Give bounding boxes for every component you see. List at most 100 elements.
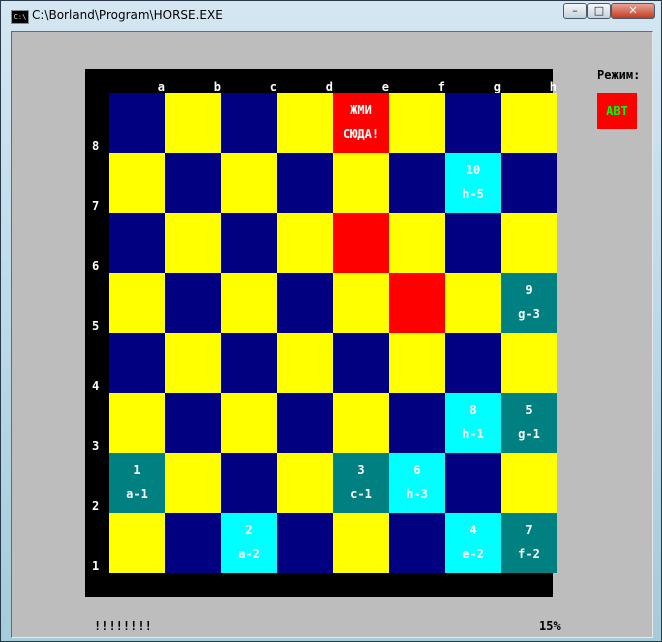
square-h7[interactable] xyxy=(501,153,557,213)
square-f7[interactable] xyxy=(389,153,445,213)
square-h1-target: f-2 xyxy=(518,547,540,561)
rank-label-3: 3 xyxy=(92,439,100,453)
square-c3[interactable] xyxy=(221,393,277,453)
square-h3-target: g-1 xyxy=(518,427,540,441)
file-label-h: h xyxy=(549,80,557,94)
square-h5-target: g-3 xyxy=(518,307,540,321)
square-e4[interactable] xyxy=(333,333,389,393)
console-client-area: a b c d e f g h 8 ЖМИ СЮДА! 7 10 h-5 6 5 9 g-3 4 3 8 h-1 5 g-1 2… xyxy=(11,31,653,638)
square-h6[interactable] xyxy=(501,213,557,273)
square-a3[interactable] xyxy=(109,393,165,453)
square-f8[interactable] xyxy=(389,93,445,153)
rank-label-4: 4 xyxy=(92,379,100,393)
square-e1[interactable] xyxy=(333,513,389,573)
square-d8[interactable] xyxy=(277,93,333,153)
square-b8[interactable] xyxy=(165,93,221,153)
square-e2[interactable]: 3 c-1 xyxy=(333,453,389,513)
square-a4[interactable] xyxy=(109,333,165,393)
square-h2[interactable] xyxy=(501,453,557,513)
close-button[interactable]: ✕ xyxy=(611,3,655,19)
square-c1-target: a-2 xyxy=(238,547,260,561)
square-h3[interactable]: 5 g-1 xyxy=(501,393,557,453)
square-c2[interactable] xyxy=(221,453,277,513)
square-c4[interactable] xyxy=(221,333,277,393)
square-c7[interactable] xyxy=(221,153,277,213)
mode-label: Режим: xyxy=(597,68,641,82)
file-label-d: d xyxy=(325,80,333,94)
square-d4[interactable] xyxy=(277,333,333,393)
square-g3[interactable]: 8 h-1 xyxy=(445,393,501,453)
square-g5[interactable] xyxy=(445,273,501,333)
file-label-e: e xyxy=(381,80,389,94)
square-h8[interactable] xyxy=(501,93,557,153)
square-h4[interactable] xyxy=(501,333,557,393)
maximize-button[interactable]: □ xyxy=(587,3,611,19)
square-b6[interactable] xyxy=(165,213,221,273)
square-h1[interactable]: 7 f-2 xyxy=(501,513,557,573)
square-e8[interactable]: ЖМИ СЮДА! xyxy=(333,93,389,153)
square-b2[interactable] xyxy=(165,453,221,513)
file-label-c: c xyxy=(269,80,277,94)
square-c5[interactable] xyxy=(221,273,277,333)
square-c6[interactable] xyxy=(221,213,277,273)
square-d6[interactable] xyxy=(277,213,333,273)
file-label-f: f xyxy=(437,80,445,94)
square-f4[interactable] xyxy=(389,333,445,393)
square-b1[interactable] xyxy=(165,513,221,573)
square-f5[interactable] xyxy=(389,273,445,333)
square-g6[interactable] xyxy=(445,213,501,273)
square-h5-move-number: 9 xyxy=(525,283,533,297)
square-h1-move-number: 7 xyxy=(525,523,533,537)
square-d3[interactable] xyxy=(277,393,333,453)
square-f3[interactable] xyxy=(389,393,445,453)
square-e3[interactable] xyxy=(333,393,389,453)
square-d2[interactable] xyxy=(277,453,333,513)
square-e6[interactable] xyxy=(333,213,389,273)
square-h5[interactable]: 9 g-3 xyxy=(501,273,557,333)
square-d7[interactable] xyxy=(277,153,333,213)
square-a2[interactable]: 1 a-1 xyxy=(109,453,165,513)
square-d5[interactable] xyxy=(277,273,333,333)
square-g2[interactable] xyxy=(445,453,501,513)
square-e2-move-number: 3 xyxy=(357,463,365,477)
square-c1-move-number: 2 xyxy=(245,523,253,537)
square-e2-target: c-1 xyxy=(350,487,372,501)
file-label-g: g xyxy=(493,80,501,94)
square-b4[interactable] xyxy=(165,333,221,393)
square-a7[interactable] xyxy=(109,153,165,213)
square-e5[interactable] xyxy=(333,273,389,333)
square-a6[interactable] xyxy=(109,213,165,273)
rank-label-5: 5 xyxy=(92,319,100,333)
square-e7[interactable] xyxy=(333,153,389,213)
square-b7[interactable] xyxy=(165,153,221,213)
square-b5[interactable] xyxy=(165,273,221,333)
square-g1-target: e-2 xyxy=(462,547,484,561)
square-f6[interactable] xyxy=(389,213,445,273)
square-g1[interactable]: 4 e-2 xyxy=(445,513,501,573)
square-f2[interactable]: 6 h-3 xyxy=(389,453,445,513)
square-g8[interactable] xyxy=(445,93,501,153)
square-c8[interactable] xyxy=(221,93,277,153)
square-a5[interactable] xyxy=(109,273,165,333)
progress-marks: !!!!!!!! xyxy=(94,619,152,633)
square-g4[interactable] xyxy=(445,333,501,393)
square-d1[interactable] xyxy=(277,513,333,573)
progress-percent: 15% xyxy=(539,619,561,633)
square-h3-move-number: 5 xyxy=(525,403,533,417)
square-b3[interactable] xyxy=(165,393,221,453)
square-c1[interactable]: 2 a-2 xyxy=(221,513,277,573)
window-title: C:\Borland\Program\HORSE.EXE xyxy=(32,8,223,22)
square-f2-target: h-3 xyxy=(406,487,428,501)
square-a8[interactable] xyxy=(109,93,165,153)
console-window: C:\ C:\Borland\Program\HORSE.EXE – □ ✕ a… xyxy=(0,0,662,642)
square-f1[interactable] xyxy=(389,513,445,573)
square-a1[interactable] xyxy=(109,513,165,573)
square-g7[interactable]: 10 h-5 xyxy=(445,153,501,213)
mode-toggle-button[interactable]: АВТ xyxy=(597,93,637,129)
rank-label-6: 6 xyxy=(92,259,100,273)
minimize-button[interactable]: – xyxy=(563,3,587,19)
square-e8-move-number: ЖМИ xyxy=(350,103,372,117)
chess-board: a b c d e f g h 8 ЖМИ СЮДА! 7 10 h-5 6 5 9 g-3 4 3 8 h-1 5 g-1 2… xyxy=(85,69,557,597)
console-icon[interactable]: C:\ xyxy=(11,10,29,24)
title-bar[interactable]: C:\ C:\Borland\Program\HORSE.EXE – □ ✕ xyxy=(1,1,661,31)
